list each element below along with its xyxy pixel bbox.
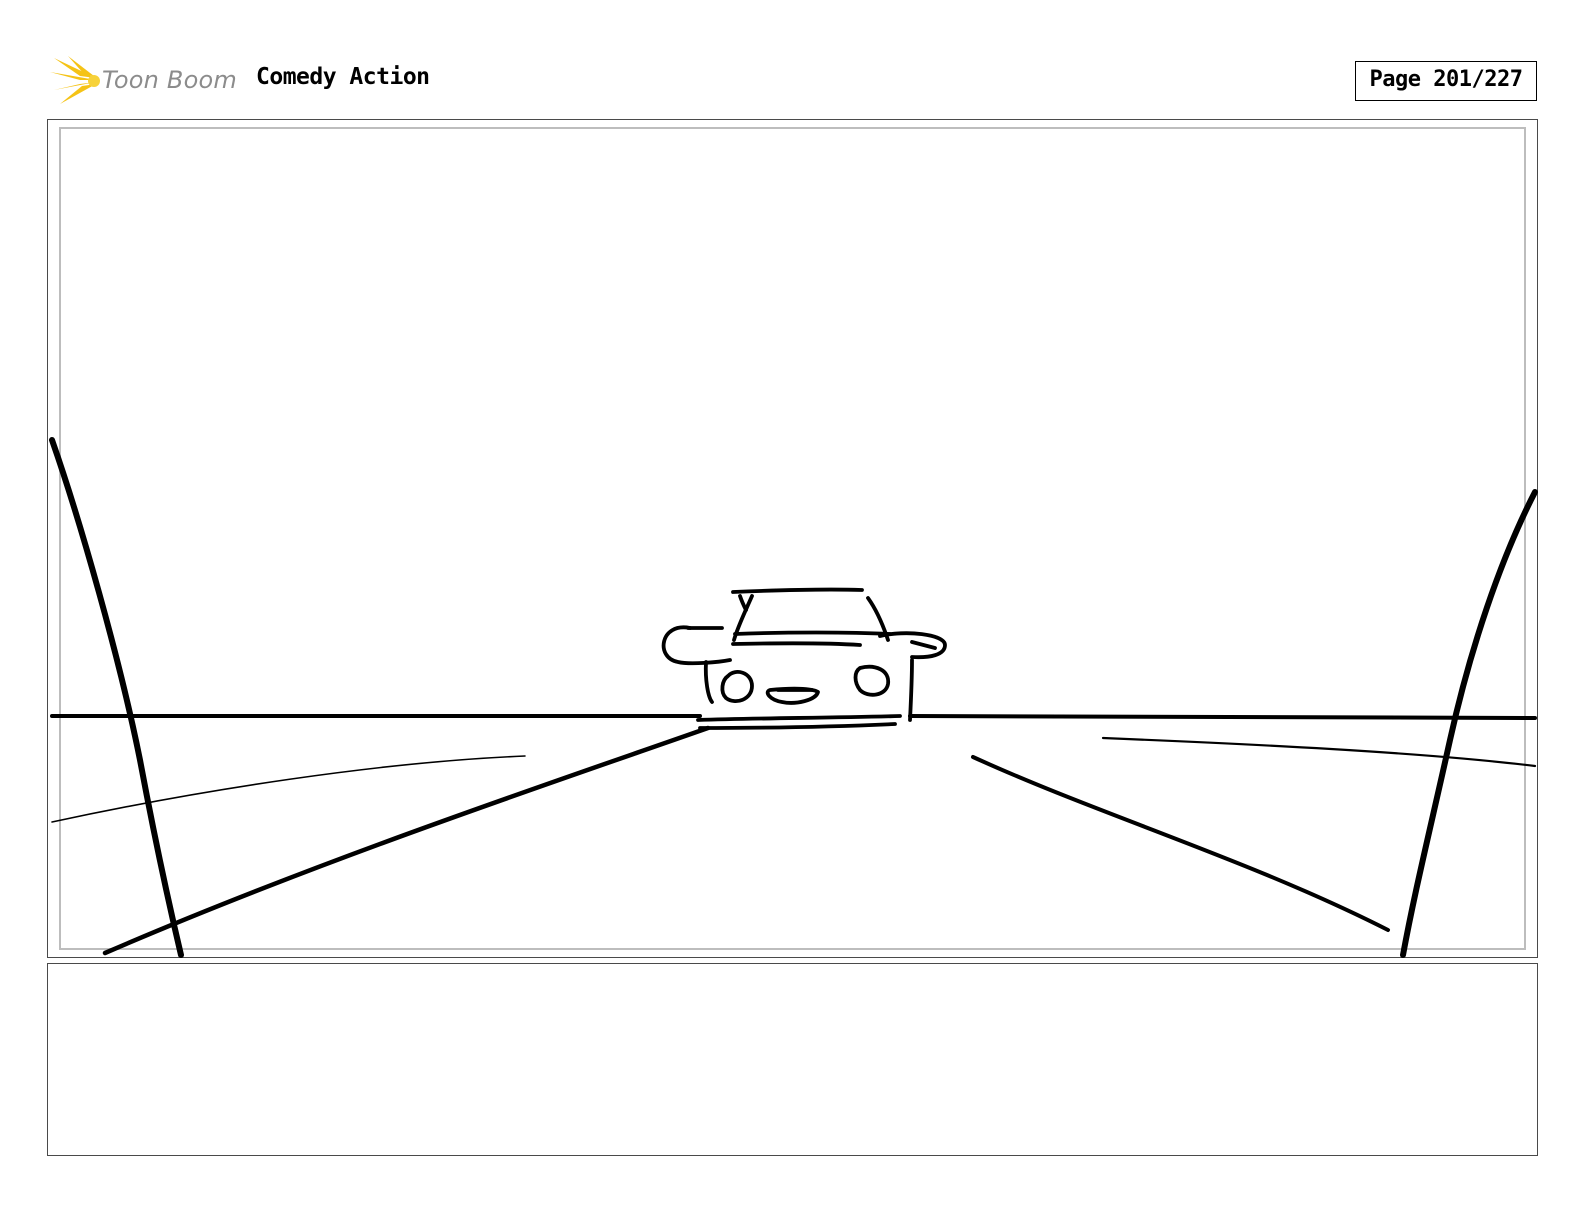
page-indicator: Page 201/227 [1355,61,1537,101]
panel-caption-box [47,963,1538,1156]
header: Toon Boom Comedy Action Page 201/227 [0,0,1584,110]
toon-boom-logo: Toon Boom [50,54,240,108]
panel-safe-area [59,127,1526,950]
sunburst-icon [50,56,100,104]
logo-text: Toon Boom [102,66,237,94]
project-title: Comedy Action [256,64,430,90]
